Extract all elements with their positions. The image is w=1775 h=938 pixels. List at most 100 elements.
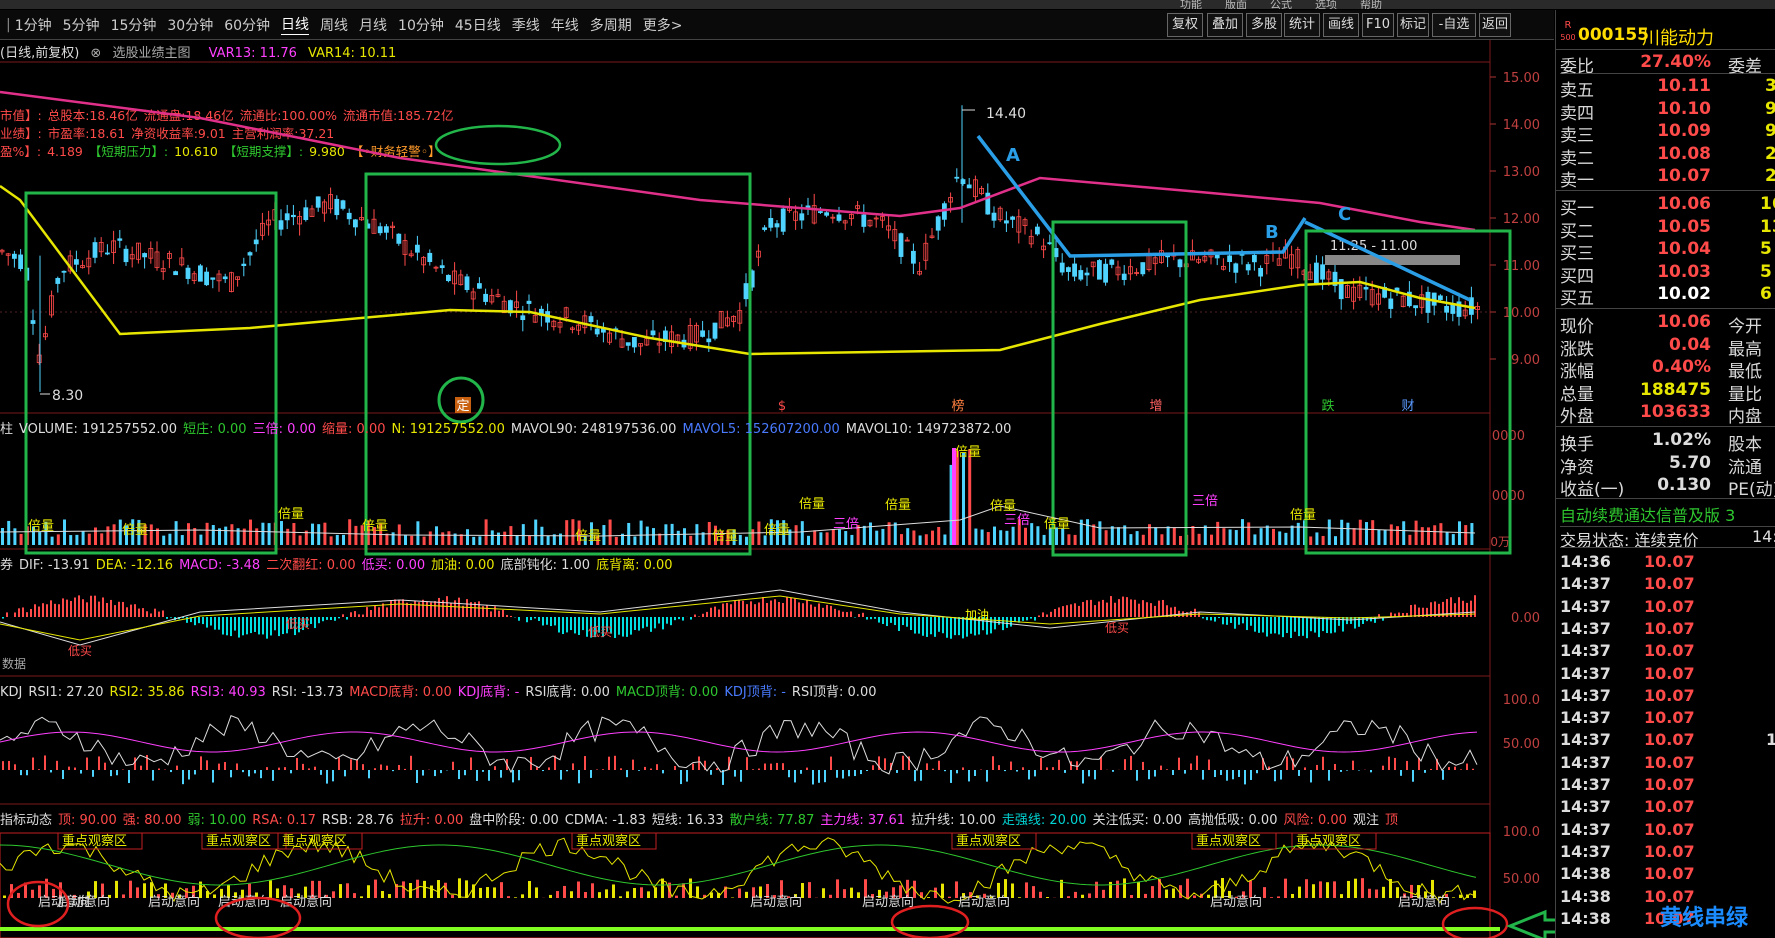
candle-body: [464, 276, 470, 291]
vol-signal-label: 倍量: [28, 519, 54, 534]
candle-body: [61, 270, 67, 273]
candle-body: [966, 184, 972, 189]
zone-label: 重点观察区: [206, 833, 271, 849]
ask-label: 卖二: [1560, 148, 1594, 169]
bot-bar: [1025, 882, 1028, 898]
volume-bar: [993, 526, 996, 545]
candle-body: [414, 244, 420, 253]
row-label: 净资: [1560, 457, 1594, 478]
indicator-value: 强: 80.00: [122, 813, 182, 828]
volume-bar: [311, 523, 314, 545]
volume-bar: [1067, 534, 1071, 545]
tool-button[interactable]: 叠加: [1207, 13, 1243, 37]
start-intent-label: 启动意向: [38, 894, 90, 910]
ask-vol: 9: [1765, 121, 1775, 141]
tool-button[interactable]: 多股: [1246, 13, 1282, 37]
event-mark: 榜: [951, 398, 964, 414]
volume-bar: [1296, 522, 1300, 545]
tick-price: 10.07: [1644, 574, 1695, 594]
volume-bar: [1222, 528, 1226, 545]
tool-button[interactable]: 标记: [1397, 13, 1429, 37]
volume-bar: [1092, 524, 1096, 545]
indicator-value: N: 191257552.00: [391, 422, 505, 437]
volume-bar: [1247, 522, 1251, 545]
ask-vol: 9: [1765, 98, 1775, 119]
tick-price: 10.07: [1644, 708, 1695, 728]
tool-button[interactable]: 统计: [1284, 13, 1320, 37]
volume-bar: [50, 536, 54, 545]
bot-bar: [1144, 893, 1147, 898]
volume-bar: [1191, 526, 1195, 545]
volume-bar: [652, 528, 655, 545]
ma-yellow-line: [0, 184, 1476, 356]
candle-body: [700, 330, 705, 337]
volume-bar: [1172, 527, 1176, 545]
bot-bar: [129, 880, 132, 898]
candle-body: [1109, 259, 1115, 265]
bid-vol: 16: [1760, 194, 1775, 214]
bot-bar: [339, 884, 342, 898]
stats-row: 换手 1.02% 股本: [1560, 430, 1775, 455]
bot-bar: [598, 892, 601, 898]
indicator-value: 风险: 0.00: [1283, 813, 1347, 828]
bot-bar: [1151, 886, 1154, 898]
candle-body: [911, 250, 916, 264]
candle-body: [991, 212, 997, 221]
candle-body: [185, 267, 191, 279]
candle-body: [594, 328, 600, 335]
ask-price: 10.11: [1657, 76, 1711, 96]
candle-body: [1444, 305, 1449, 313]
candle-body: [1413, 305, 1418, 309]
indicator-value: 拉升线: 10.00: [911, 813, 996, 828]
tool-button[interactable]: 返回: [1479, 13, 1511, 37]
candle-body: [1053, 248, 1059, 258]
tool-button[interactable]: 画线: [1323, 13, 1359, 37]
bot-bar: [381, 890, 384, 898]
bot-bar: [1270, 897, 1273, 898]
volume-bar: [1253, 534, 1257, 545]
volume-bar: [999, 530, 1003, 545]
tick-row: 14:37 10.07: [1560, 753, 1775, 773]
row-value: 0.130: [1657, 475, 1711, 495]
rsi-panel-header: KDJ RSI1: 27.20 RSI2: 35.86 RSI3: 40.93 RSI:…: [0, 681, 882, 700]
tool-button[interactable]: 复权: [1167, 13, 1203, 37]
indicator-value: DEA: -12.16: [95, 558, 174, 573]
bot-bar: [1046, 897, 1049, 898]
candle-body: [253, 239, 259, 245]
indicator-value: 主力线: 37.61: [820, 813, 906, 828]
bot-bar: [1298, 886, 1301, 898]
volume-bar: [484, 519, 488, 545]
stats-row: 收益(一) 0.130 PE(动): [1560, 475, 1775, 500]
volume-bar: [1352, 528, 1356, 545]
price-axis-label: 11.00: [1503, 259, 1540, 274]
zone-label: 重点观察区: [1196, 833, 1261, 849]
chart-canvas[interactable]: 15.0014.0013.0012.0011.0010.009.00000000…: [0, 0, 1775, 938]
indicator-value: 低买: 0.00: [361, 558, 426, 573]
tick-time: 14:37: [1560, 574, 1611, 594]
vol-signal-label: 倍量: [278, 507, 304, 522]
volume-bar: [466, 529, 469, 545]
volume-bar: [286, 528, 290, 545]
volume-bar: [1228, 529, 1232, 545]
tick-row: 14:37 10.07: [1560, 708, 1775, 728]
bid-quote-divider: [1556, 308, 1775, 309]
row-right-label: 今开: [1728, 317, 1762, 337]
volume-bar: [416, 521, 420, 545]
tool-button[interactable]: -自选: [1432, 13, 1476, 37]
volume-bar: [875, 530, 879, 545]
bot-bar: [822, 888, 825, 898]
bot-bar: [591, 883, 594, 898]
row-value: 188475: [1640, 379, 1711, 400]
candle-body: [1004, 220, 1009, 224]
bot-bar: [1452, 897, 1455, 898]
volume-bar: [515, 534, 519, 545]
volume-bar: [292, 523, 296, 545]
volume-bar: [1365, 522, 1368, 545]
macd-signal-label: 低买: [68, 644, 92, 658]
row-value: 27.40%: [1640, 52, 1711, 72]
tool-button[interactable]: F10: [1362, 13, 1394, 37]
tick-time: 14:37: [1560, 596, 1611, 616]
volume-bar: [676, 530, 680, 545]
tick-price: 10.07: [1644, 641, 1695, 661]
volume-bar: [1389, 524, 1393, 545]
